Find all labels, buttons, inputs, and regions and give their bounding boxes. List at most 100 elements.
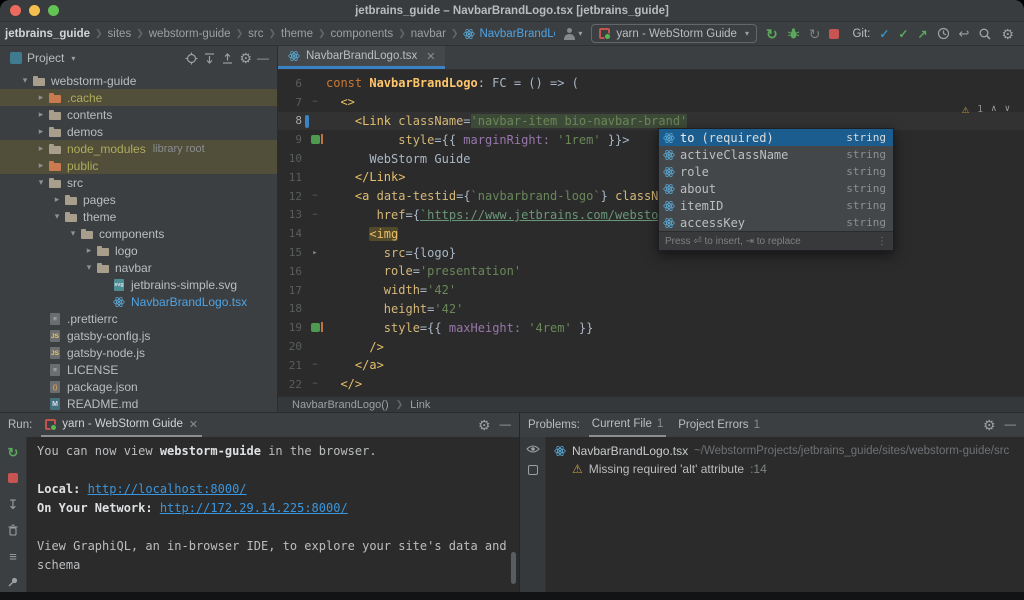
tree-item-gatsby-node-js[interactable]: JS gatsby-node.js (0, 344, 277, 361)
tab-project-errors[interactable]: Project Errors 1 (675, 413, 763, 437)
hide-problems-panel-button[interactable]: — (1005, 419, 1017, 431)
tree-item-pages[interactable]: ▸ pages (0, 191, 277, 208)
run-tab[interactable]: yarn - WebStorm Guide ✕ (41, 413, 203, 437)
run-console[interactable]: You can now view webstorm-guide in the b… (27, 437, 519, 592)
tree-item-package-json[interactable]: {} package.json (0, 378, 277, 395)
tree-chevron-icon[interactable]: ▸ (82, 245, 96, 256)
gutter-marker-icon[interactable] (304, 318, 326, 337)
gutter-arrow-icon[interactable]: ▸ (304, 243, 326, 262)
maximize-window-button[interactable] (48, 5, 59, 16)
preview-toggle-button[interactable] (525, 444, 540, 454)
code-line-8[interactable]: 8 <Link className='navbar-item bio-navba… (278, 111, 1024, 131)
debug-button[interactable] (787, 27, 800, 40)
console-link[interactable]: http://localhost:8000/ (88, 482, 247, 496)
breadcrumb-theme[interactable]: theme (278, 28, 316, 40)
code-line-10[interactable]: 10 WebStorm Guide (278, 149, 1024, 168)
inspection-widget[interactable]: ⚠ 1 ∧ ∨ (962, 102, 1010, 116)
run-settings-button[interactable]: ⚙ (478, 417, 491, 434)
pin-tab-button[interactable] (5, 574, 21, 590)
code-line-15[interactable]: 15 ▸ src={logo} (278, 243, 1024, 262)
group-by-button[interactable] (527, 465, 538, 475)
tree-item-contents[interactable]: ▸ contents (0, 106, 277, 123)
fold-marker-icon[interactable]: − (304, 206, 326, 225)
tree-chevron-icon[interactable]: ▸ (34, 92, 48, 103)
rerun-button[interactable]: ↻ (5, 444, 21, 460)
problems-settings-button[interactable]: ⚙ (983, 417, 996, 434)
tree-chevron-icon[interactable]: ▸ (50, 194, 64, 205)
code-line-12[interactable]: 12− <a data-testid={`navbarbrand-logo`} … (278, 187, 1024, 206)
user-menu-button[interactable]: ▾ (563, 27, 582, 40)
tree-chevron-icon[interactable]: ▾ (66, 228, 80, 239)
code-line-7[interactable]: 7− <> (278, 93, 1024, 112)
stop-process-button[interactable] (5, 470, 21, 486)
tree-item-demos[interactable]: ▸ demos (0, 123, 277, 140)
completion-item-role[interactable]: role string (659, 163, 893, 180)
code-line-9[interactable]: 9 style={{ marginRight: '1rem' }}> (278, 130, 1024, 149)
completion-item-to[interactable]: to (required) string (659, 129, 893, 146)
chevron-down-icon[interactable]: ▾ (71, 54, 75, 63)
tree-item-node-modules[interactable]: ▸ node_modules library root (0, 140, 277, 157)
tree-chevron-icon[interactable]: ▾ (18, 75, 32, 86)
rollback-button[interactable]: ↩ (959, 27, 970, 40)
code-line-20[interactable]: 20 /> (278, 337, 1024, 356)
soft-wrap-button[interactable]: ≡ (5, 548, 21, 564)
editor-tab-navbarbrandlogo[interactable]: NavbarBrandLogo.tsx ✕ (278, 46, 446, 69)
fold-marker-icon[interactable]: − (304, 187, 326, 206)
clear-console-button[interactable] (5, 522, 21, 538)
tree-chevron-icon[interactable]: ▸ (34, 126, 48, 137)
run-with-coverage-button[interactable]: ↻ (809, 27, 821, 41)
search-everywhere-button[interactable] (978, 27, 992, 41)
code-line-19[interactable]: 19 style={{ maxHeight: '4rem' }} (278, 318, 1024, 337)
tree-chevron-icon[interactable]: ▸ (34, 160, 48, 171)
problem-file-row[interactable]: NavbarBrandLogo.tsx ~/WebstormProjects/j… (554, 444, 1016, 458)
history-button[interactable] (937, 27, 950, 40)
completion-item-accesskey[interactable]: accessKey string (659, 214, 893, 231)
breadcrumb-active-file[interactable]: NavbarBrandLogo.tsx (460, 28, 555, 40)
fold-marker-icon[interactable]: − (304, 375, 326, 394)
breadcrumb-sites[interactable]: sites (105, 28, 135, 40)
code-line-21[interactable]: 21− </a> (278, 356, 1024, 375)
breadcrumb-webstorm-guide[interactable]: webstorm-guide (146, 28, 234, 40)
tree-item-jetbrains-simple-svg[interactable]: svg jetbrains-simple.svg (0, 276, 277, 293)
console-scrollbar[interactable] (511, 552, 516, 584)
code-line-13[interactable]: 13− href={`https://www.jetbrains.com/web… (278, 206, 1024, 225)
tree-item-webstorm-guide[interactable]: ▾ webstorm-guide (0, 72, 277, 89)
tree-chevron-icon[interactable]: ▸ (34, 109, 48, 120)
select-opened-file-button[interactable] (185, 52, 198, 65)
stop-button[interactable] (829, 28, 840, 39)
fold-marker-icon[interactable]: − (304, 356, 326, 375)
editor-breadcrumb-navbarbrandlogo[interactable]: NavbarBrandLogo() (292, 399, 389, 411)
breadcrumb-jetbrains-guide[interactable]: jetbrains_guide (2, 28, 93, 40)
tree-item-navbarbrandlogo-tsx[interactable]: NavbarBrandLogo.tsx (0, 293, 277, 310)
tab-current-file[interactable]: Current File 1 (588, 413, 667, 437)
tree-item-license[interactable]: ≡ LICENSE (0, 361, 277, 378)
problem-warning-row[interactable]: ⚠ Missing required 'alt' attribute :14 (554, 462, 1016, 476)
breadcrumb-navbar[interactable]: navbar (408, 28, 449, 40)
close-tab-icon[interactable]: ✕ (426, 50, 435, 63)
tree-item-components[interactable]: ▾ components (0, 225, 277, 242)
completion-item-activeclassname[interactable]: activeClassName string (659, 146, 893, 163)
run-configuration-select[interactable]: yarn - WebStorm Guide ▾ (591, 24, 757, 43)
tree-item-logo[interactable]: ▸ logo (0, 242, 277, 259)
update-project-button[interactable]: ✓ (879, 28, 889, 40)
code-line-17[interactable]: 17 width='42' (278, 281, 1024, 300)
next-problem-button[interactable]: ∨ (1005, 104, 1010, 114)
code-line-22[interactable]: 22− </> (278, 375, 1024, 394)
breadcrumb-src[interactable]: src (245, 28, 266, 40)
close-window-button[interactable] (10, 5, 21, 16)
commit-button[interactable]: ✓ (898, 28, 908, 40)
tree-item-cache[interactable]: ▸ .cache (0, 89, 277, 106)
close-run-tab-icon[interactable]: ✕ (189, 418, 198, 431)
collapse-all-button[interactable] (221, 52, 234, 65)
completion-item-about[interactable]: about string (659, 180, 893, 197)
settings-button[interactable]: ⚙ (1001, 27, 1014, 41)
tree-item-navbar[interactable]: ▾ navbar (0, 259, 277, 276)
tree-chevron-icon[interactable]: ▾ (82, 262, 96, 273)
tree-item-src[interactable]: ▾ src (0, 174, 277, 191)
previous-problem-button[interactable]: ∧ (991, 104, 996, 114)
tree-item-theme[interactable]: ▾ theme (0, 208, 277, 225)
gutter-marker-icon[interactable] (304, 130, 326, 149)
hide-panel-button[interactable]: — (257, 51, 269, 65)
project-panel-title[interactable]: Project (27, 51, 64, 65)
tree-chevron-icon[interactable]: ▸ (34, 143, 48, 154)
